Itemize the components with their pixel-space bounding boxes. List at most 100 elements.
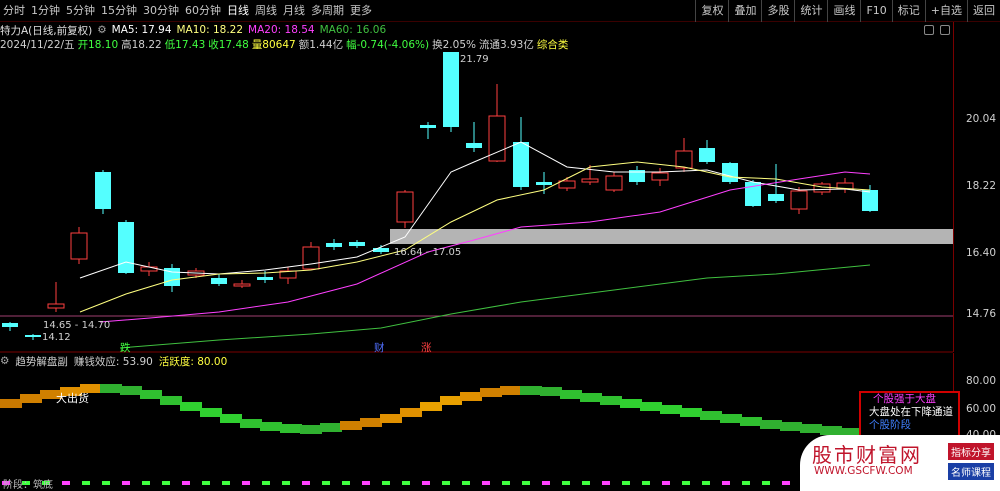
indicator-legend: 个股强于大盘 大盘处在下降通道 个股阶段 [859, 391, 960, 441]
signal-dot [262, 481, 270, 485]
brand-tag-share[interactable]: 指标分享 [948, 443, 994, 460]
indicator-step [560, 390, 582, 399]
signal-dot [422, 481, 430, 485]
indicator-step [420, 402, 442, 411]
indicator-step [520, 386, 542, 395]
signal-dot [542, 481, 550, 485]
candle-body [675, 150, 693, 169]
brand-url: WWW.GSCFW.COM [814, 465, 913, 477]
price-tick: 14.76 [965, 308, 996, 320]
candle-body [257, 277, 273, 280]
finance-marker[interactable]: 财 [374, 340, 385, 355]
indicator-step [400, 408, 422, 417]
period-toolbar: 分时 1分钟 5分钟 15分钟 30分钟 60分钟 日线 周线 月线 多周期 更多 复权 叠加 多股 统计… [0, 0, 1000, 22]
signal-dot [502, 481, 510, 485]
signal-dot [402, 481, 410, 485]
ind-tick: 80.00 [965, 375, 996, 387]
signal-dot [302, 481, 310, 485]
period-tab[interactable]: 月线 [280, 0, 308, 22]
signal-dot [82, 481, 90, 485]
candle-body [396, 191, 414, 223]
indicator-step [820, 426, 842, 435]
rise-marker[interactable]: 涨 [421, 340, 432, 355]
brand-name: 股市财富网 [812, 443, 922, 467]
signal-dot [762, 481, 770, 485]
kline-chart[interactable] [0, 22, 953, 491]
candle-body [790, 190, 808, 210]
period-tab[interactable]: 30分钟 [140, 0, 182, 22]
candle-body [2, 323, 18, 327]
indicator-step [180, 402, 202, 411]
candle-body [302, 246, 320, 270]
tool-button[interactable]: 叠加 [728, 0, 761, 22]
indicator-step [220, 414, 242, 423]
period-tab[interactable]: 更多 [347, 0, 375, 22]
indicator-step [600, 396, 622, 405]
tool-button[interactable]: F10 [860, 0, 891, 22]
tool-button[interactable]: 画线 [827, 0, 860, 22]
profit-effect: 赚钱效应: 53.90 [73, 355, 153, 368]
indicator-step [140, 390, 162, 399]
signal-dot [202, 481, 210, 485]
candle-body [813, 183, 831, 193]
price-tick: 18.22 [965, 180, 996, 192]
candle-body [722, 163, 738, 182]
candle-body [605, 175, 623, 191]
indicator-step [660, 405, 682, 414]
candle-body [768, 194, 784, 201]
ma60-line [119, 264, 871, 349]
indicator-step [340, 421, 362, 430]
candle-body [140, 266, 158, 272]
period-tab[interactable]: 分时 [0, 0, 28, 22]
period-tab[interactable]: 周线 [252, 0, 280, 22]
candle-body [420, 125, 436, 128]
signal-dot [482, 481, 490, 485]
candle-body [211, 278, 227, 284]
tool-button[interactable]: 统计 [794, 0, 827, 22]
signal-dot [602, 481, 610, 485]
indicator-step [380, 414, 402, 423]
indicator-gear-icon[interactable]: ⚙ [0, 355, 9, 367]
tool-button[interactable]: 复权 [695, 0, 728, 22]
candle-body [581, 178, 599, 183]
tool-button[interactable]: 多股 [761, 0, 794, 22]
indicator-name[interactable]: 趋势解盘副 [15, 354, 68, 369]
period-tab[interactable]: 多周期 [308, 0, 347, 22]
indicator-step [500, 386, 522, 395]
brand-watermark: 股市财富网 WWW.GSCFW.COM 指标分享 名师课程 [800, 435, 1000, 491]
candle-body [558, 180, 576, 189]
candle-body [373, 248, 389, 252]
indicator-step [260, 422, 282, 431]
signal-dot [642, 481, 650, 485]
signal-dot [142, 481, 150, 485]
indicator-step [760, 420, 782, 429]
tool-button[interactable]: 标记 [891, 0, 925, 22]
indicator-step [280, 424, 302, 433]
signal-dot [282, 481, 290, 485]
indicator-step [300, 425, 322, 434]
indicator-step [720, 414, 742, 423]
tool-button[interactable]: 返回 [967, 0, 1000, 22]
period-tabs: 分时 1分钟 5分钟 15分钟 30分钟 60分钟 日线 周线 月线 多周期 更多 [0, 0, 375, 22]
period-tab[interactable]: 60分钟 [182, 0, 224, 22]
period-tab[interactable]: 1分钟 [28, 0, 63, 22]
indicator-step [800, 424, 822, 433]
brand-tag-course[interactable]: 名师课程 [948, 463, 994, 480]
period-tab[interactable]: 15分钟 [98, 0, 140, 22]
indicator-step [680, 408, 702, 417]
signal-dot [662, 481, 670, 485]
period-tab[interactable]: 日线 [224, 0, 252, 22]
indicator-step [480, 388, 502, 397]
signal-dot [122, 481, 130, 485]
candle-body [536, 182, 552, 185]
candle-body [47, 303, 65, 309]
signal-dot [162, 481, 170, 485]
indicator-step [160, 396, 182, 405]
tool-button[interactable]: +自选 [924, 0, 967, 22]
stage-bottom-label: 阶段：筑底 [3, 480, 53, 491]
candle-body [326, 243, 342, 247]
indicator-step [100, 384, 122, 393]
period-tab[interactable]: 5分钟 [63, 0, 98, 22]
signal-strip [2, 481, 790, 485]
ma-lines [79, 141, 871, 349]
